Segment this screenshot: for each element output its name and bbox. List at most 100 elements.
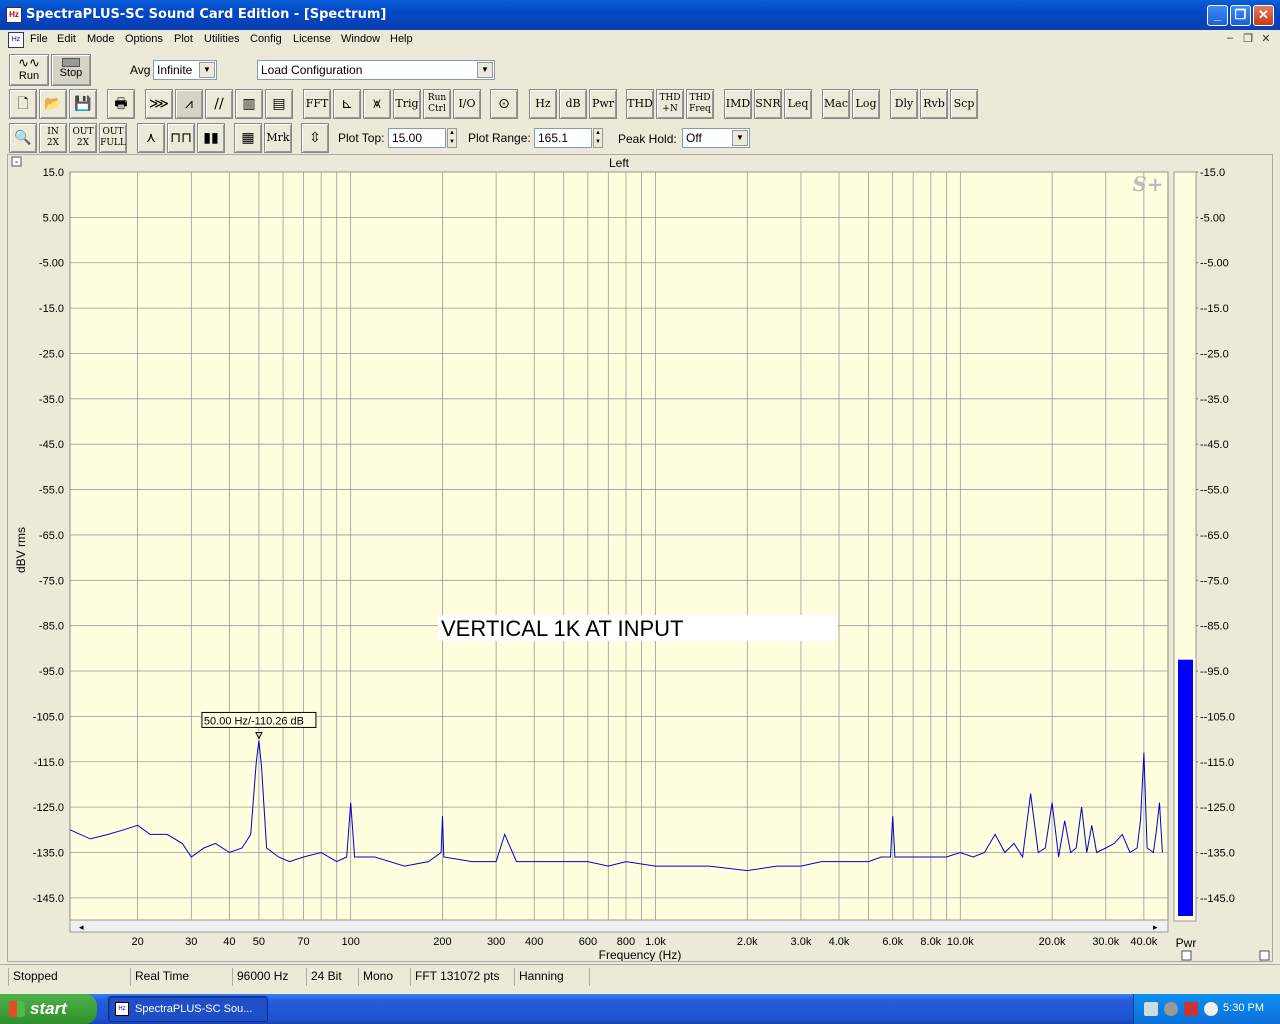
snr-button[interactable]: SNR — [754, 89, 782, 119]
antivirus-icon[interactable] — [1204, 1002, 1218, 1016]
zoom-out-2x-button[interactable]: OUT 2X — [69, 123, 97, 153]
spectrum-chart[interactable]: - Left 15.0 5.00 -5.00 -15.0 -25.0 -35.0 -45.0… — [8, 155, 1272, 961]
signal-gen-button[interactable]: ⋙ — [145, 89, 173, 119]
x-tick-label: 50 — [253, 936, 265, 948]
scale-button[interactable]: ⇳ — [301, 123, 329, 153]
pwr-button[interactable]: Pwr — [589, 89, 617, 119]
x-tick-label: 20 — [132, 936, 144, 948]
hz-button[interactable]: Hz — [529, 89, 557, 119]
config-select[interactable]: Load Configuration ▼ — [257, 60, 495, 80]
app-icon[interactable]: Hz — [6, 7, 22, 23]
stop-button[interactable]: Stop — [51, 54, 91, 86]
network-icon[interactable] — [1144, 1002, 1158, 1016]
plot-range-spinner[interactable]: ▲ ▼ — [593, 128, 603, 148]
thd-button[interactable]: THD — [626, 89, 654, 119]
avg-label: Avg — [130, 63, 151, 77]
mdi-close-icon[interactable]: ✕ — [1258, 32, 1274, 47]
annotation-text: VERTICAL 1K AT INPUT — [441, 616, 683, 641]
menu-window[interactable]: Window — [341, 33, 380, 45]
fft-button[interactable]: FFT — [303, 89, 331, 119]
system-tray: 5:30 PM — [1133, 994, 1280, 1024]
taskbar-item-spectraplus[interactable]: Hz SpectraPLUS-SC Sou... — [108, 996, 268, 1022]
menu-config[interactable]: Config — [250, 33, 282, 45]
chevron-down-icon[interactable]: ▼ — [732, 130, 748, 146]
plot-top-input[interactable]: 15.00 — [388, 128, 446, 148]
dly-button[interactable]: Dly — [890, 89, 918, 119]
menu-help[interactable]: Help — [390, 33, 413, 45]
save-button[interactable]: 💾 — [69, 89, 97, 119]
spectrogram-button[interactable]: ▥ — [235, 89, 263, 119]
io-button[interactable]: I/O — [453, 89, 481, 119]
scope-button[interactable]: ⊙ — [490, 89, 518, 119]
rvb-button[interactable]: Rvb — [920, 89, 948, 119]
close-button[interactable]: ✕ — [1253, 5, 1274, 26]
menu-license[interactable]: License — [293, 33, 331, 45]
minimize-button[interactable]: _ — [1207, 5, 1228, 26]
db-button[interactable]: dB — [559, 89, 587, 119]
zoom-out-full-button[interactable]: OUT FULL — [99, 123, 127, 153]
avg-select[interactable]: Infinite ▼ — [153, 60, 217, 80]
plot-range-input[interactable]: 165.1 — [534, 128, 592, 148]
x-tick-label: 2.0k — [737, 936, 758, 948]
start-button[interactable]: start — [0, 994, 97, 1024]
volume-icon[interactable] — [1164, 1002, 1178, 1016]
log-button[interactable]: Log — [852, 89, 880, 119]
plot-area[interactable] — [69, 171, 1169, 922]
menu-mode[interactable]: Mode — [87, 33, 115, 45]
mdi-minimize-icon[interactable]: – — [1222, 32, 1238, 47]
axis-button[interactable]: ⊾ — [333, 89, 361, 119]
run-button[interactable]: ∿∿ Run — [9, 54, 49, 86]
x-tick-label: 8.0k — [920, 936, 941, 948]
mdi-restore-icon[interactable]: ❐ — [1240, 32, 1256, 47]
y-tick-label: 15.0 — [43, 167, 64, 179]
menu-file[interactable]: File — [30, 33, 48, 45]
x-axis-label: Frequency (Hz) — [599, 948, 682, 961]
scroll-left-icon[interactable]: ◂ — [79, 923, 84, 933]
open-file-button[interactable]: 📂 — [39, 89, 67, 119]
time-series-button[interactable]: ∕∕ — [205, 89, 233, 119]
plot-top-spinner[interactable]: ▲ ▼ — [447, 128, 457, 148]
peak-hold-select[interactable]: Off ▼ — [682, 128, 750, 148]
thd-freq-button[interactable]: THD Freq — [686, 89, 714, 119]
zoom-button[interactable]: 🔍 — [9, 123, 37, 153]
calibrate-button[interactable]: ⩙ — [363, 89, 391, 119]
imd-button[interactable]: IMD — [724, 89, 752, 119]
menu-utilities[interactable]: Utilities — [204, 33, 239, 45]
zoom-in-2x-button[interactable]: IN 2X — [39, 123, 67, 153]
menu-options[interactable]: Options — [125, 33, 163, 45]
toolbar-main: 🗋 📂 💾 🖶 ⋙ ⩘ ∕∕ ▥ ▤ FFT ⊾ ⩙ Trig Run Ctrl… — [0, 88, 1280, 120]
step-plot-button[interactable]: ⊓⊓ — [167, 123, 195, 153]
3d-surface-button[interactable]: ▤ — [265, 89, 293, 119]
menu-edit[interactable]: Edit — [57, 33, 76, 45]
y-tick-label: -45.0 — [39, 439, 64, 451]
window-resize-icon[interactable] — [1259, 950, 1270, 961]
spectrum-mode-button[interactable]: ⩘ — [175, 89, 203, 119]
scp-button[interactable]: Scp — [950, 89, 978, 119]
mac-button[interactable]: Mac — [822, 89, 850, 119]
print-button[interactable]: 🖶 — [107, 89, 135, 119]
run-ctrl-button[interactable]: Run Ctrl — [423, 89, 451, 119]
bar-plot-button[interactable]: ▮▮ — [197, 123, 225, 153]
y-tick-label: -115.0 — [34, 757, 64, 769]
security-shield-icon[interactable] — [1184, 1002, 1198, 1016]
scroll-right-icon[interactable]: ▸ — [1153, 923, 1158, 933]
line-plot-button[interactable]: ⋏ — [137, 123, 165, 153]
trig-button[interactable]: Trig — [393, 89, 421, 119]
marker-table-button[interactable]: ▦ — [234, 123, 262, 153]
menu-plot[interactable]: Plot — [174, 33, 193, 45]
restore-button[interactable]: ❐ — [1230, 5, 1251, 26]
zoom-in-2x-icon: IN 2X — [46, 127, 60, 148]
chevron-down-icon[interactable]: ▼ — [477, 62, 493, 78]
leq-button[interactable]: Leq — [784, 89, 812, 119]
printer-icon: 🖶 — [114, 96, 128, 112]
new-file-button[interactable]: 🗋 — [9, 89, 37, 119]
clock[interactable]: 5:30 PM — [1223, 1002, 1264, 1014]
mrk-button[interactable]: Mrk — [264, 123, 292, 153]
document-icon[interactable]: Hz — [8, 32, 24, 48]
horizontal-scrollbar[interactable] — [69, 919, 1169, 933]
taskbar: start Hz SpectraPLUS-SC Sou... 5:30 PM — [0, 994, 1280, 1024]
chevron-down-icon[interactable]: ▼ — [199, 62, 215, 78]
x-tick-labels: 20 30 40 50 70 100 200 300 400 600 800 1.0k 2.0k 3.0k… — [132, 936, 1158, 948]
meter-collapse-icon[interactable] — [1181, 950, 1192, 961]
thd-n-button[interactable]: THD +N — [656, 89, 684, 119]
